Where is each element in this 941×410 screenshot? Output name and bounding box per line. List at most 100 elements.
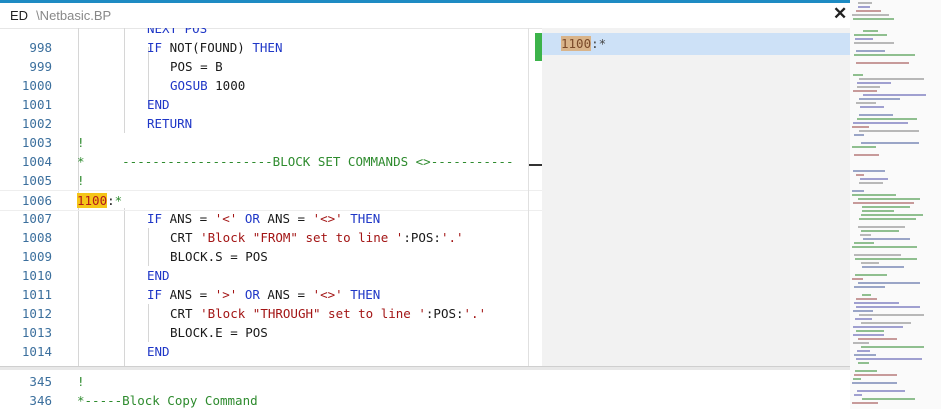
minimap-line xyxy=(853,342,869,344)
minimap-line xyxy=(855,38,873,40)
code-line[interactable]: 1009 BLOCK.S = POS xyxy=(0,247,542,266)
minimap-line xyxy=(857,390,905,392)
minimap-line xyxy=(857,86,880,88)
minimap-line xyxy=(854,254,901,256)
code-token: NOT(FOUND) xyxy=(169,40,253,55)
code-token: '<' xyxy=(214,211,238,226)
code-token: 1100 xyxy=(77,193,108,208)
line-number: 1008 xyxy=(21,230,52,245)
minimap-line xyxy=(852,14,889,16)
code-line[interactable]: 1004 * --------------------BLOCK SET COMM… xyxy=(0,152,542,171)
code-token: END xyxy=(147,268,170,283)
code-token: ! xyxy=(77,374,85,389)
code-token: * xyxy=(114,193,123,208)
close-icon[interactable]: ✕ xyxy=(833,4,847,24)
code-text: IF ANS = '<' OR ANS = '<>' THEN xyxy=(147,209,380,228)
code-token: *-----Block Copy Command xyxy=(77,393,258,408)
code-text: CRT 'Block "THROUGH" set to line ':POS:'… xyxy=(170,304,486,323)
minimap-line xyxy=(859,130,919,132)
code-token: IF xyxy=(147,211,170,226)
code-line[interactable]: 345! xyxy=(0,372,542,391)
code-line[interactable]: 1010 END xyxy=(0,266,542,285)
minimap-line xyxy=(858,6,870,8)
minimap[interactable] xyxy=(850,0,941,409)
code-token: '.' xyxy=(440,230,464,245)
code-token: 1000 xyxy=(215,78,246,93)
code-line[interactable]: 1005! xyxy=(0,171,542,190)
code-line[interactable]: 998 IF NOT(FOUND) THEN xyxy=(0,38,542,57)
minimap-line xyxy=(853,18,894,20)
scroll-position-mark xyxy=(529,164,542,166)
minimap-line xyxy=(852,126,869,128)
code-text: IF NOT(FOUND) THEN xyxy=(147,38,282,57)
minimap-line xyxy=(853,90,877,92)
code-token: RETURN xyxy=(147,116,193,131)
minimap-line xyxy=(856,358,922,360)
code-line[interactable]: 1006 1100:* xyxy=(0,190,542,211)
code-text: * --------------------BLOCK SET COMMANDS… xyxy=(77,152,514,171)
minimap-line xyxy=(852,146,876,148)
editor-tab[interactable]: ED \Netbasic.BP xyxy=(10,8,111,23)
code-token: IF xyxy=(147,287,170,302)
minimap-line xyxy=(853,326,903,328)
code-text: NEXT POS xyxy=(147,28,207,38)
change-marker xyxy=(535,33,542,61)
code-line[interactable]: 1013 BLOCK.E = POS xyxy=(0,323,542,342)
code-line[interactable]: 1014 END xyxy=(0,342,542,361)
code-text: END xyxy=(147,266,170,285)
line-number: 1010 xyxy=(21,268,52,283)
minimap-line xyxy=(853,334,884,336)
editor-scrollbar[interactable] xyxy=(528,28,529,366)
code-token: '<>' xyxy=(312,287,343,302)
code-line[interactable]: 346 *-----Block Copy Command xyxy=(0,391,542,410)
line-number: 1005 xyxy=(21,173,52,188)
code-line[interactable]: 1003! xyxy=(0,133,542,152)
code-line[interactable]: 1007 IF ANS = '<' OR ANS = '<>' THEN xyxy=(0,209,542,228)
code-text: ! xyxy=(77,372,85,391)
code-line[interactable]: 1011 IF ANS = '>' OR ANS = '<>' THEN xyxy=(0,285,542,304)
minimap-line xyxy=(856,298,877,300)
code-line[interactable]: 1008 CRT 'Block "FROM" set to line ':POS:… xyxy=(0,228,542,247)
code-text: POS = B xyxy=(170,57,223,76)
code-token: CRT xyxy=(170,230,201,245)
line-number: 1014 xyxy=(21,344,52,359)
code-token: THEN xyxy=(342,287,381,302)
code-token: :POS: xyxy=(403,230,441,245)
secondary-editor[interactable]: 345! 346 *-----Block Copy Command xyxy=(0,370,850,409)
search-results-panel: 1100:* xyxy=(535,28,850,366)
code-token: ANS = xyxy=(169,211,215,226)
code-token: : xyxy=(107,193,115,208)
code-editor[interactable]: NEXT POS 998 IF NOT(FOUND) THEN 999 POS = B 1… xyxy=(0,28,542,366)
code-line[interactable]: 1012 CRT 'Block "THROUGH" set to line ':P… xyxy=(0,304,542,323)
code-line[interactable]: 999 POS = B xyxy=(0,57,542,76)
code-token: * --------------------BLOCK SET COMMANDS… xyxy=(77,154,514,169)
code-line[interactable]: 1002 RETURN xyxy=(0,114,542,133)
code-line[interactable]: 1000 GOSUB 1000 xyxy=(0,76,542,95)
code-text: ! xyxy=(77,171,85,190)
code-token: THEN xyxy=(342,211,381,226)
code-line[interactable]: 1001 END xyxy=(0,95,542,114)
minimap-line xyxy=(853,378,861,380)
line-number: 1003 xyxy=(21,135,52,150)
result-label[interactable]: 1100:* xyxy=(561,33,606,55)
code-text: CRT 'Block "FROM" set to line ':POS:'.' xyxy=(170,228,464,247)
code-text: 1100:* xyxy=(77,191,122,210)
line-number: 1004 xyxy=(21,154,52,169)
code-token: END xyxy=(147,344,170,359)
minimap-line xyxy=(855,274,887,276)
code-text: ! xyxy=(77,133,85,152)
line-number: 1001 xyxy=(21,97,52,112)
minimap-line xyxy=(861,142,919,144)
code-line[interactable]: NEXT POS xyxy=(0,28,542,38)
minimap-line xyxy=(863,94,926,96)
minimap-line xyxy=(856,50,885,52)
line-number: 1012 xyxy=(21,306,52,321)
minimap-line xyxy=(852,382,897,384)
code-token: ANS = xyxy=(169,287,215,302)
minimap-line xyxy=(859,98,900,100)
code-token: 'Block "THROUGH" set to line ' xyxy=(200,306,426,321)
minimap-line xyxy=(853,170,885,172)
code-text: BLOCK.S = POS xyxy=(170,247,268,266)
minimap-line xyxy=(854,374,897,376)
minimap-line xyxy=(858,282,920,284)
